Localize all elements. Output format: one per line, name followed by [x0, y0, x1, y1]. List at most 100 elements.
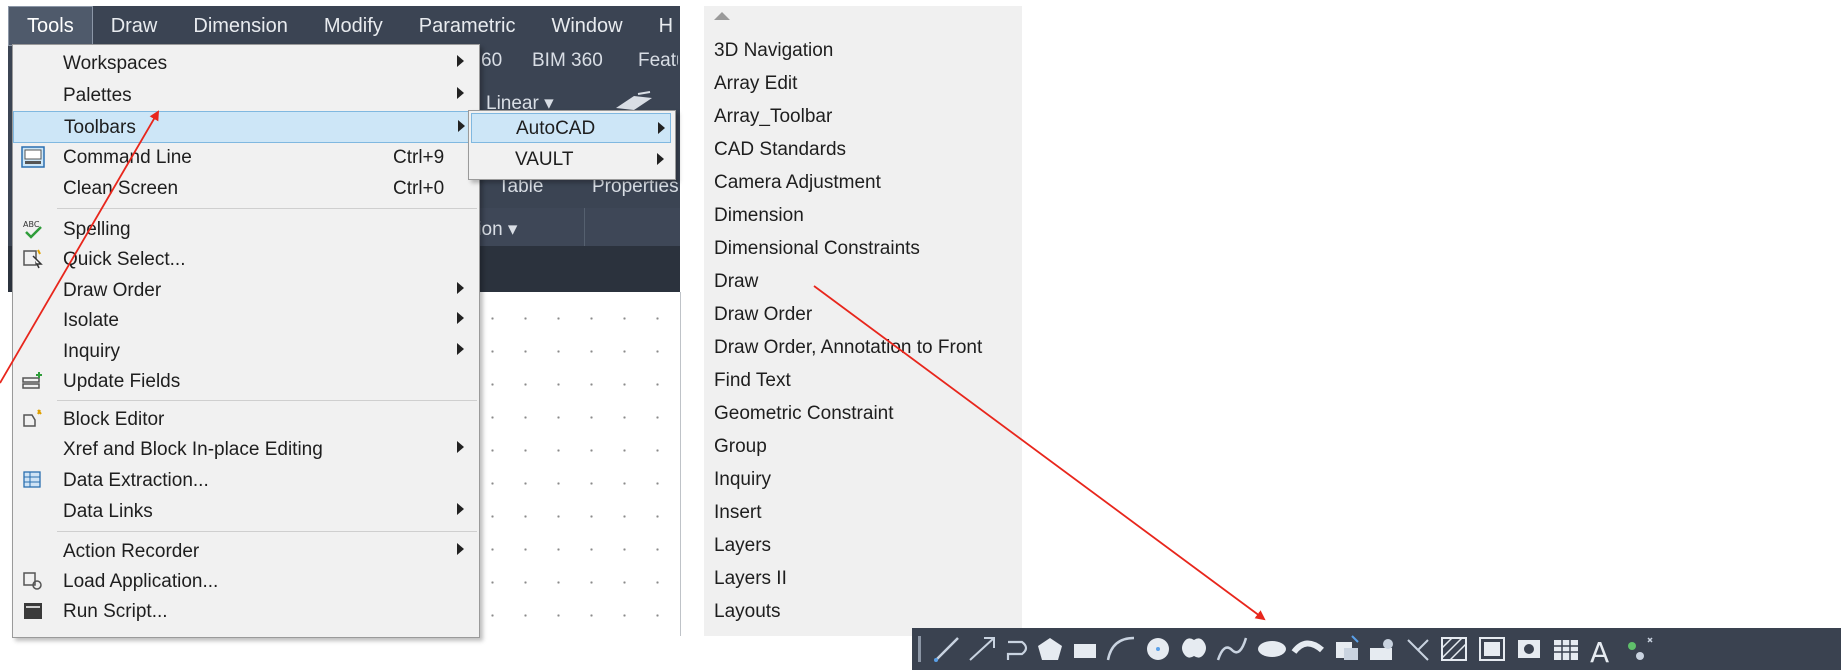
layer-stack-icon[interactable]	[612, 90, 668, 112]
polygon-icon[interactable]	[1038, 638, 1062, 660]
menu-item-xref-block-editing[interactable]: Xref and Block In-place Editing	[13, 435, 479, 465]
toolbar-item-array-toolbar[interactable]: Array_Toolbar	[714, 106, 832, 128]
point-icon[interactable]	[1407, 639, 1429, 661]
toolbar-item-draw-order[interactable]: Draw Order	[714, 304, 812, 326]
menu-tools[interactable]: Tools	[8, 6, 93, 46]
drawing-canvas[interactable]	[470, 292, 681, 636]
menu-dimension[interactable]: Dimension	[175, 6, 305, 46]
region-icon[interactable]	[1518, 640, 1540, 658]
toolbar-grip-handle[interactable]	[918, 636, 921, 662]
toolbar-item-draw-order-annotation[interactable]: Draw Order, Annotation to Front	[714, 337, 982, 359]
construction-line-icon[interactable]	[969, 637, 995, 661]
submenu-arrow-icon	[658, 122, 665, 134]
toolbar-item-layers[interactable]: Layers	[714, 535, 771, 557]
menu-help[interactable]: H	[641, 6, 691, 46]
menu-item-isolate[interactable]: Isolate	[13, 306, 479, 336]
revision-cloud-icon[interactable]	[1182, 638, 1206, 658]
ribbon-tab-bim360[interactable]: BIM 360	[532, 50, 603, 72]
polyline-icon[interactable]	[1006, 640, 1028, 660]
menu-item-load-application[interactable]: Load Application...	[13, 567, 479, 597]
toolbar-item-3d-navigation[interactable]: 3D Navigation	[714, 40, 833, 62]
arc-icon[interactable]	[1106, 636, 1135, 661]
submenu-arrow-icon	[657, 153, 664, 165]
menu-item-update-fields[interactable]: Update Fields	[13, 367, 479, 397]
run-script-icon	[24, 603, 42, 619]
hatch-icon[interactable]	[1441, 637, 1467, 661]
line-icon[interactable]	[934, 637, 959, 662]
shortcut-label: Ctrl+0	[393, 178, 445, 199]
submenu-arrow-icon	[457, 503, 464, 515]
menu-item-command-line[interactable]: Command Line Ctrl+9	[13, 143, 479, 173]
menu-modify[interactable]: Modify	[306, 6, 401, 46]
rectangle-icon[interactable]	[1074, 644, 1096, 658]
toolbar-item-draw[interactable]: Draw	[714, 271, 758, 293]
menu-item-quick-select[interactable]: Quick Select...	[13, 245, 479, 275]
submenu-item-autocad[interactable]: AutoCAD	[471, 113, 671, 143]
ellipse-arc-icon[interactable]	[1291, 640, 1324, 654]
toolbar-item-cad-standards[interactable]: CAD Standards	[714, 139, 846, 161]
menu-item-spelling[interactable]: ABC Spelling	[13, 215, 479, 245]
menu-item-label: Action Recorder	[63, 541, 200, 562]
menu-item-label: Load Application...	[63, 571, 219, 592]
menu-item-label: Isolate	[63, 310, 119, 331]
menu-draw[interactable]: Draw	[93, 6, 176, 46]
submenu-arrow-icon	[457, 343, 464, 355]
menu-window[interactable]: Window	[533, 6, 640, 46]
menu-separator	[57, 400, 477, 401]
table-icon[interactable]	[1554, 640, 1578, 660]
toolbar-item-insert[interactable]: Insert	[714, 502, 762, 524]
insert-block-icon[interactable]	[1336, 635, 1359, 660]
menu-item-toolbars[interactable]: Toolbars	[13, 111, 479, 143]
toolbar-item-geometric-constraint[interactable]: Geometric Constraint	[714, 403, 894, 425]
toolbar-item-layers-ii[interactable]: Layers II	[714, 568, 787, 590]
multiline-text-icon[interactable]: A	[1590, 636, 1609, 669]
gradient-icon[interactable]	[1479, 637, 1505, 661]
menu-parametric[interactable]: Parametric	[401, 6, 534, 46]
menu-item-data-extraction[interactable]: Data Extraction...	[13, 466, 479, 496]
circle-icon[interactable]	[1147, 638, 1169, 660]
ribbon-tab-partial[interactable]: 60	[481, 50, 502, 72]
menu-separator	[57, 531, 477, 532]
toolbar-item-group[interactable]: Group	[714, 436, 767, 458]
submenu-item-label: VAULT	[515, 149, 574, 170]
submenu-arrow-icon	[457, 441, 464, 453]
menu-item-workspaces[interactable]: Workspaces	[13, 49, 479, 79]
menu-item-label: Data Extraction...	[63, 470, 209, 491]
toolbar-item-find-text[interactable]: Find Text	[714, 370, 791, 392]
toolbar-item-layouts[interactable]: Layouts	[714, 601, 781, 623]
submenu-item-vault[interactable]: VAULT	[471, 145, 671, 175]
ribbon-tab-featured[interactable]: Featu	[638, 50, 678, 72]
scroll-up-arrow-icon[interactable]	[714, 12, 730, 20]
menu-item-label: Workspaces	[63, 53, 168, 74]
menu-item-draw-order[interactable]: Draw Order	[13, 276, 479, 306]
toolbar-item-inquiry[interactable]: Inquiry	[714, 469, 771, 491]
svg-text:A: A	[1590, 636, 1609, 669]
spline-icon[interactable]	[1216, 637, 1248, 661]
submenu-arrow-icon	[457, 312, 464, 324]
menu-item-label: Run Script...	[63, 601, 168, 622]
menu-item-clean-screen[interactable]: Clean Screen Ctrl+0	[13, 174, 479, 204]
menu-item-label: Palettes	[63, 85, 132, 106]
draw-toolbar: A	[912, 628, 1841, 670]
add-selected-icon[interactable]	[1628, 637, 1653, 660]
toolbar-item-camera-adjustment[interactable]: Camera Adjustment	[714, 172, 881, 194]
menu-item-action-recorder[interactable]: Action Recorder	[13, 537, 479, 567]
command-line-icon	[21, 146, 45, 168]
menu-item-data-links[interactable]: Data Links	[13, 497, 479, 527]
toolbar-item-dimensional-constraints[interactable]: Dimensional Constraints	[714, 238, 920, 260]
toolbar-item-array-edit[interactable]: Array Edit	[714, 73, 797, 95]
ellipse-icon[interactable]	[1258, 641, 1286, 657]
quick-select-icon	[23, 249, 43, 269]
tools-dropdown-menu: Workspaces Palettes Toolbars Command Lin…	[12, 44, 480, 638]
toolbar-item-dimension[interactable]: Dimension	[714, 205, 804, 227]
shortcut-label: Ctrl+9	[393, 147, 445, 168]
submenu-arrow-icon	[457, 282, 464, 294]
menu-item-label: Inquiry	[63, 341, 121, 362]
submenu-arrow-icon	[458, 120, 465, 132]
menu-item-palettes[interactable]: Palettes	[13, 81, 479, 111]
menu-separator	[57, 208, 477, 209]
menu-item-run-script[interactable]: Run Script...	[13, 597, 479, 627]
menu-item-inquiry[interactable]: Inquiry	[13, 337, 479, 367]
menu-item-block-editor[interactable]: Block Editor	[13, 405, 479, 435]
make-block-icon[interactable]	[1370, 639, 1393, 660]
